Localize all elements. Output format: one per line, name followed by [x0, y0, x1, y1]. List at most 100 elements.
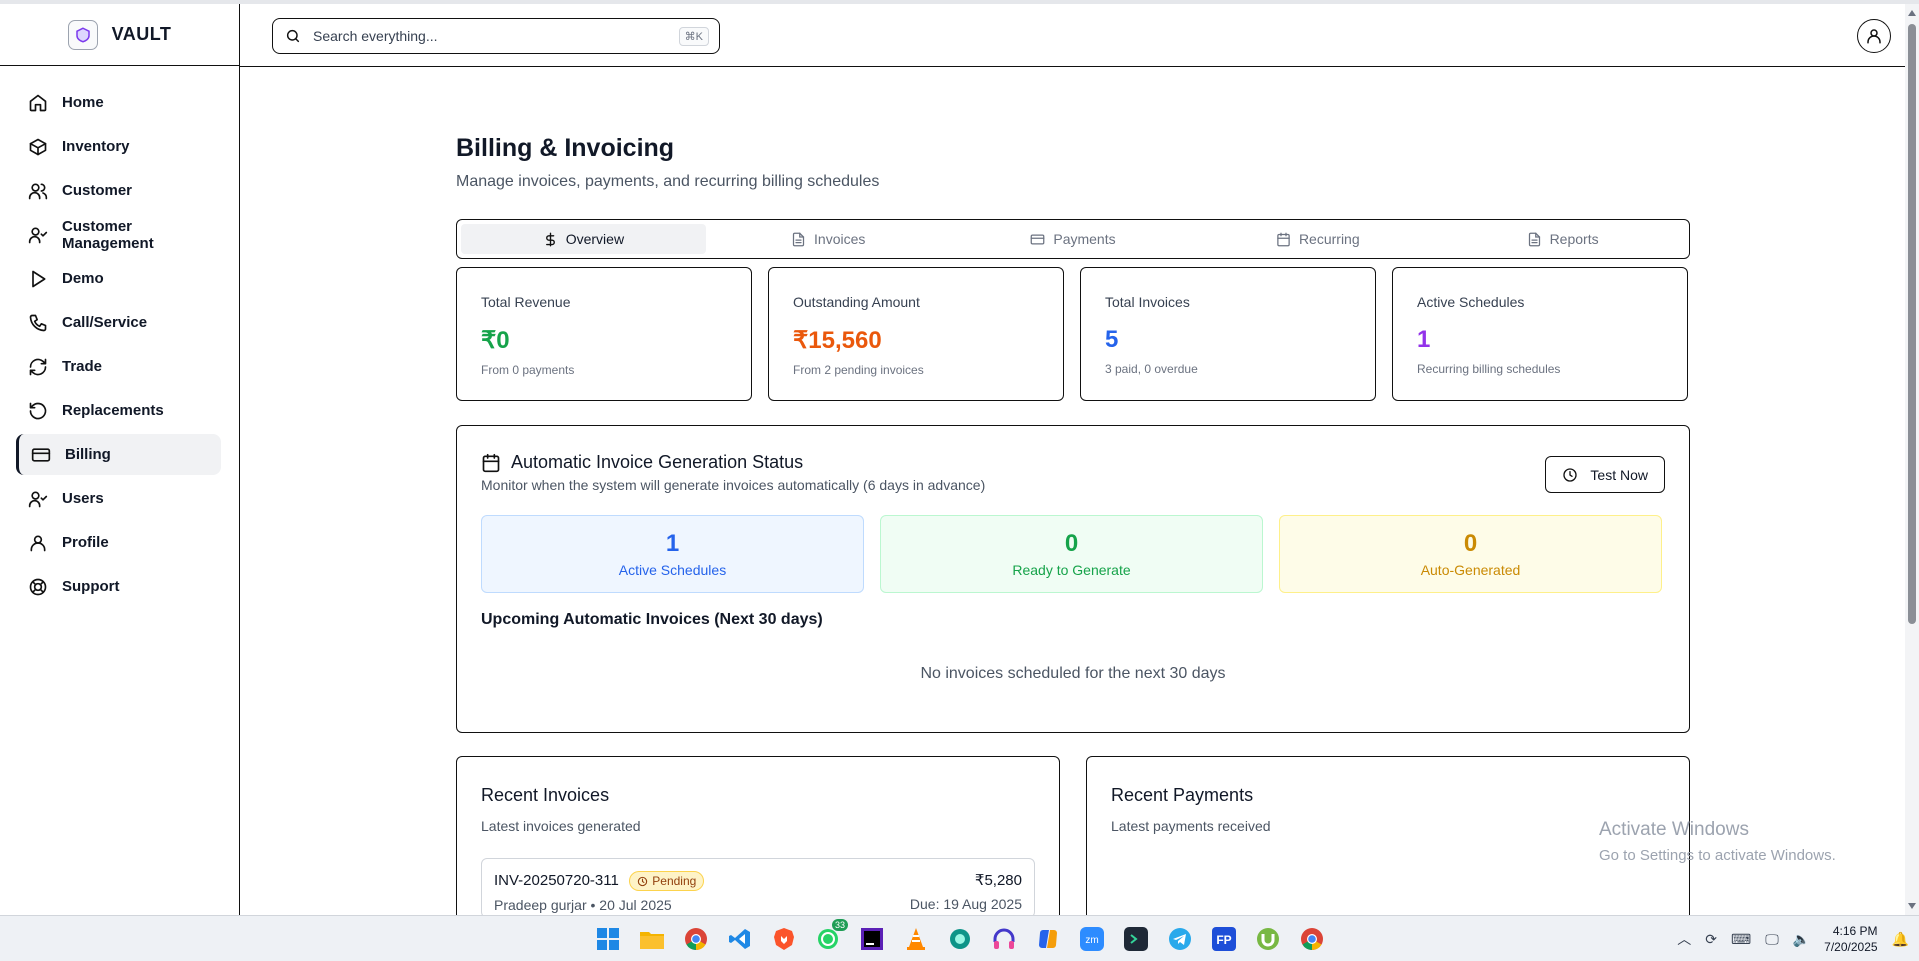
recent-payments-subtitle: Latest payments received [1111, 818, 1271, 834]
activate-windows-watermark: Activate Windows Go to Settings to activ… [1599, 819, 1836, 864]
status-badge-label: Pending [652, 874, 697, 888]
scrollbar-thumb[interactable] [1908, 24, 1916, 624]
chrome-icon[interactable] [680, 923, 712, 955]
tab-recurring[interactable]: Recurring [1195, 224, 1440, 254]
sidebar-item-label: Call/Service [62, 314, 148, 331]
user-icon [30, 535, 46, 551]
sidebar-nav: Home Inventory Customer Customer Managem… [0, 66, 239, 607]
sidebar-item-customer[interactable]: Customer [16, 170, 221, 211]
invoice-due-date: Due: 19 Aug 2025 [909, 896, 1022, 912]
copilot-icon[interactable] [1032, 923, 1064, 955]
mini-stat-label: Ready to Generate [1012, 562, 1131, 578]
app-teal-icon[interactable] [944, 923, 976, 955]
invoice-amount: ₹5,280 [974, 872, 1022, 889]
sidebar-item-label: Inventory [62, 138, 130, 155]
taskbar-apps: 33 zm FP [592, 919, 1328, 955]
credit-card-icon [31, 447, 51, 462]
stat-note: From 0 payments [481, 363, 575, 377]
tab-label: Invoices [814, 231, 866, 247]
stat-note: Recurring billing schedules [1417, 362, 1561, 376]
sidebar-item-support[interactable]: Support [16, 566, 221, 607]
file-icon [1528, 232, 1540, 246]
sidebar-item-label: Replacements [62, 402, 164, 419]
sidebar-item-replacements[interactable]: Replacements [16, 390, 221, 431]
windows-start-icon[interactable] [592, 923, 624, 955]
whatsapp-icon[interactable]: 33 [812, 919, 848, 955]
stat-value: 5 [1105, 326, 1119, 353]
taskbar-clock[interactable]: 4:16 PM 7/20/2025 [1824, 923, 1877, 955]
vscode-icon[interactable] [724, 923, 756, 955]
stat-value: 1 [1417, 326, 1431, 353]
rotate-ccw-icon [29, 402, 47, 419]
tab-invoices[interactable]: Invoices [706, 224, 951, 254]
box-icon [29, 138, 47, 155]
page-subtitle: Manage invoices, payments, and recurring… [456, 173, 880, 190]
utorrent-icon[interactable] [1252, 923, 1284, 955]
sidebar: VAULT Home Inventory Customer Customer M… [0, 4, 240, 915]
stat-card-total-invoices: Total Invoices 5 3 paid, 0 overdue [1080, 267, 1376, 401]
sidebar-item-label: Customer Management [62, 217, 154, 252]
user-check-icon [28, 491, 48, 507]
volume-icon[interactable]: 🔈 [1793, 931, 1810, 948]
scroll-up-arrow-icon[interactable] [1908, 10, 1916, 16]
mini-stat-value: 0 [1463, 530, 1478, 557]
recent-payments-title: Recent Payments [1111, 785, 1254, 805]
invoice-row[interactable]: INV-20250720-311 Pending Pradeep gurjar … [481, 858, 1035, 915]
sidebar-item-profile[interactable]: Profile [16, 522, 221, 563]
scroll-down-arrow-icon[interactable] [1908, 903, 1916, 909]
page-title: Billing & Invoicing [456, 134, 675, 162]
file-explorer-icon[interactable] [636, 923, 668, 955]
stat-label: Outstanding Amount [793, 294, 920, 310]
vlc-icon[interactable] [900, 923, 932, 955]
telegram-icon[interactable] [1164, 923, 1196, 955]
upcoming-invoices-empty: No invoices scheduled for the next 30 da… [920, 665, 1226, 682]
mini-stat-label: Auto-Generated [1420, 562, 1521, 578]
test-now-button[interactable]: Test Now [1545, 456, 1665, 493]
sidebar-item-users[interactable]: Users [16, 478, 221, 519]
stat-note: From 2 pending invoices [793, 363, 924, 377]
tab-overview[interactable]: Overview [461, 224, 706, 254]
stat-value: ₹0 [481, 327, 510, 354]
auto-card-subtitle: Monitor when the system will generate in… [481, 477, 986, 493]
calendar-icon [1277, 232, 1290, 246]
terminal-app-icon[interactable] [1120, 923, 1152, 955]
sync-icon[interactable]: ⟳ [1705, 931, 1717, 948]
sidebar-item-demo[interactable]: Demo [16, 258, 221, 299]
sidebar-item-call-service[interactable]: Call/Service [16, 302, 221, 343]
sidebar-item-label: Demo [62, 270, 104, 287]
intellij-icon[interactable] [856, 923, 888, 955]
sidebar-item-inventory[interactable]: Inventory [16, 126, 221, 167]
tab-payments[interactable]: Payments [951, 224, 1196, 254]
stat-label: Active Schedules [1417, 294, 1525, 310]
auto-card-header: Automatic Invoice Generation Status [481, 452, 1665, 473]
watermark-title: Activate Windows [1599, 819, 1749, 840]
sidebar-item-label: Trade [62, 358, 103, 375]
invoice-id[interactable]: INV-20250720-311 [494, 872, 619, 889]
chrome-profile-icon[interactable] [1296, 923, 1328, 955]
fp-app-icon[interactable]: FP [1208, 923, 1240, 955]
page-scrollbar[interactable] [1905, 4, 1919, 915]
phone-icon [29, 314, 47, 331]
svg-text:zm: zm [1085, 935, 1098, 946]
calendar-icon [482, 453, 500, 472]
notification-bell-icon[interactable]: 🔔 [1892, 931, 1909, 948]
tab-label: Reports [1549, 231, 1599, 247]
sidebar-item-customer-management[interactable]: Customer Management [16, 214, 221, 255]
mini-stat-value: 0 [1064, 530, 1079, 557]
brave-icon[interactable] [768, 923, 800, 955]
brand[interactable]: VAULT [0, 4, 239, 66]
headphones-app-icon[interactable] [988, 923, 1020, 955]
sidebar-item-home[interactable]: Home [16, 82, 221, 123]
network-icon[interactable]: 🖵 [1765, 931, 1779, 948]
sidebar-item-label: Profile [62, 534, 109, 551]
tab-reports[interactable]: Reports [1440, 224, 1685, 254]
stat-label: Total Revenue [481, 294, 571, 310]
keyboard-icon[interactable]: ⌨ [1731, 931, 1751, 948]
zoom-icon[interactable]: zm [1076, 923, 1108, 955]
user-check-icon [28, 227, 48, 243]
chevron-up-icon[interactable]: ︿ [1677, 929, 1691, 949]
whatsapp-unread-badge: 33 [831, 919, 848, 931]
user-menu-button[interactable] [1857, 19, 1891, 53]
sidebar-item-billing[interactable]: Billing [16, 434, 221, 475]
sidebar-item-trade[interactable]: Trade [16, 346, 221, 387]
